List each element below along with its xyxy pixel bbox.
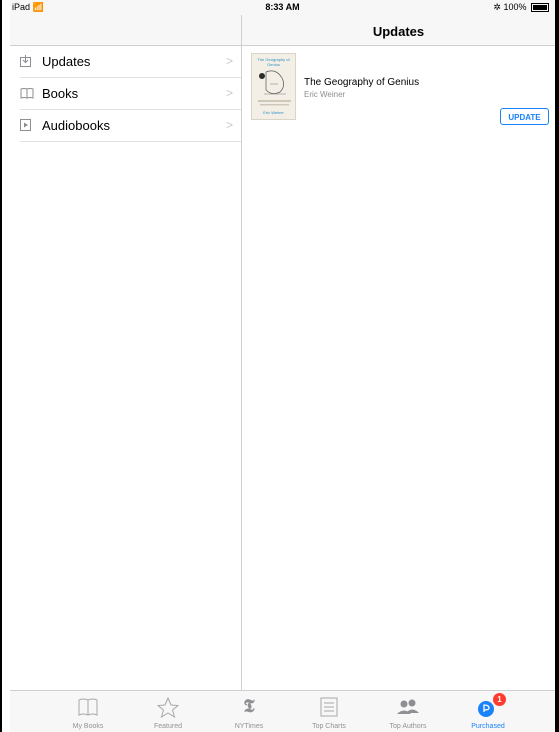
menu-item-label: Audiobooks (42, 118, 110, 133)
tab-label: Featured (153, 723, 183, 730)
book-icon (20, 88, 34, 99)
tab-top-charts[interactable]: Top Charts (289, 691, 369, 732)
tab-nytimes[interactable]: 𝕿 NYTimes (209, 691, 289, 732)
status-right: ✲ 100% (493, 2, 549, 13)
tab-label: Purchased (471, 723, 505, 730)
tab-my-books[interactable]: My Books (48, 691, 128, 732)
chevron-right-icon: > (225, 86, 233, 100)
tab-label: Top Charts (312, 723, 346, 730)
tab-featured[interactable]: Featured (128, 691, 208, 732)
download-box-icon (20, 55, 31, 67)
star-icon (156, 696, 180, 718)
book-title: The Geography of Genius (304, 77, 420, 88)
cover-author: Eric Weiner (263, 110, 284, 115)
menu-item-audiobooks[interactable]: Audiobooks > (20, 110, 241, 142)
book-cover[interactable]: The Geography of Genius Eric Weiner (251, 53, 296, 120)
app-frame: iPad 📶 8:33 AM ✲ 100% Updates > Books > (10, 0, 555, 732)
menu-item-books[interactable]: Books > (20, 78, 241, 110)
menu-item-label: Updates (42, 54, 91, 69)
right-navbar: Updates (242, 15, 555, 46)
list-icon (320, 697, 338, 717)
menu-item-label: Books (42, 86, 79, 101)
ipad-screen: iPad 📶 8:33 AM ✲ 100% Updates > Books > (0, 0, 555, 732)
tab-purchased[interactable]: 1 Purchased (448, 691, 528, 732)
nytimes-logo-icon: 𝕿 (243, 696, 255, 717)
tab-top-authors[interactable]: Top Authors (368, 691, 448, 732)
menu-item-updates[interactable]: Updates > (20, 46, 241, 78)
left-navbar (10, 15, 241, 46)
chevron-right-icon: > (225, 54, 233, 68)
right-pane: Updates The Geography of Genius Eric Wei… (242, 15, 555, 690)
people-icon (397, 699, 419, 714)
battery-percent: 100% (503, 2, 527, 12)
badge: 1 (493, 693, 506, 706)
tab-label: NYTimes (234, 723, 264, 730)
tab-bar: My Books Featured 𝕿 NYTimes Top Charts T… (10, 690, 555, 732)
page-title: Updates (372, 24, 425, 39)
open-book-icon (78, 698, 98, 716)
left-pane: Updates > Books > Audiobooks > (10, 15, 242, 690)
chevron-right-icon: > (225, 118, 233, 132)
update-row[interactable]: The Geography of Genius Eric Weiner The … (242, 46, 555, 125)
battery-icon (531, 3, 549, 13)
purchased-icon (478, 701, 494, 717)
tab-label: Top Authors (389, 723, 427, 730)
audiobook-icon (20, 119, 31, 131)
bluetooth-icon: ✲ (493, 2, 501, 12)
tab-label: My Books (72, 723, 104, 730)
status-time: 8:33 AM (265, 2, 300, 12)
update-button[interactable]: UPDATE (500, 108, 549, 125)
book-author: Eric Weiner (304, 90, 346, 99)
status-bar: iPad 📶 8:33 AM ✲ 100% (10, 0, 555, 15)
